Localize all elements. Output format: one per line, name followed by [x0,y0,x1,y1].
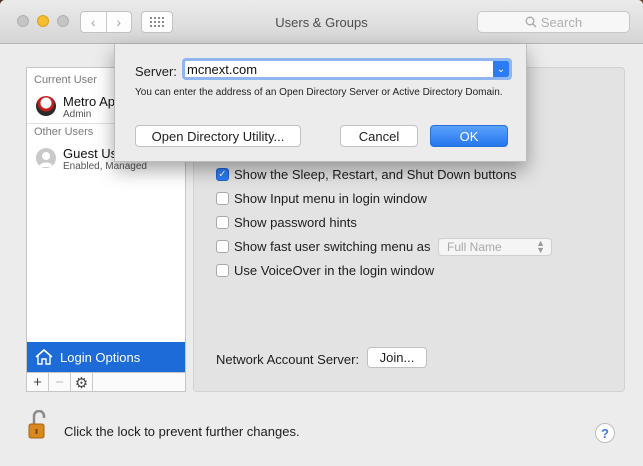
house-icon [35,348,53,365]
guest-avatar [36,148,56,168]
sidebar-toolbar: + − ⚙ [27,372,185,392]
option-input-menu[interactable]: Show Input menu in login window [216,190,427,206]
server-help-text: You can enter the address of an Open Dir… [135,87,503,98]
popup-value: Full Name [447,240,502,254]
option-label: Show Input menu in login window [234,190,427,206]
current-user-heading: Current User [34,74,97,86]
search-placeholder: Search [540,14,583,30]
title-bar: ‹ › Users & Groups Search [0,0,643,44]
option-voiceover[interactable]: Use VoiceOver in the login window [216,262,434,278]
remove-user-button[interactable]: − [49,373,71,392]
search-field[interactable]: Search [477,11,630,33]
option-label: Show the Sleep, Restart, and Shut Down b… [234,166,517,182]
user-name: Metro Ap [63,94,116,109]
checkbox[interactable] [216,239,229,253]
user-role: Admin [63,109,92,120]
server-label: Server: [135,64,177,79]
person-icon [39,152,53,167]
option-fast-user-switching[interactable]: Show fast user switching menu as [216,238,431,254]
user-name: Guest Us [63,146,118,161]
user-status: Enabled, Managed [63,161,147,172]
open-directory-utility-button[interactable]: Open Directory Utility... [135,125,301,147]
dropdown-button[interactable]: ⌄ [493,61,509,77]
join-button[interactable]: Join... [367,347,427,368]
cancel-button[interactable]: Cancel [340,125,418,147]
option-sleep-restart[interactable]: ✓ Show the Sleep, Restart, and Shut Down… [216,166,517,182]
option-password-hints[interactable]: Show password hints [216,214,357,230]
lock-label: Click the lock to prevent further change… [64,424,300,439]
server-combobox[interactable]: ⌄ [182,58,512,80]
network-server-sheet: Server: ⌄ You can enter the address of a… [114,44,527,162]
updown-arrows-icon: ▲ ▼ [536,238,545,255]
action-button[interactable]: ⚙ [71,373,93,392]
login-options-label: Login Options [60,349,141,365]
chevron-down-icon: ⌄ [496,63,506,75]
network-account-label: Network Account Server: [216,352,360,367]
option-label: Use VoiceOver in the login window [234,262,435,278]
checkbox[interactable] [216,263,229,277]
gear-icon: ⚙ [74,374,89,392]
users-groups-window: ‹ › Users & Groups Search Current User M… [0,0,643,466]
add-user-button[interactable]: + [27,373,49,392]
unlocked-padlock-icon[interactable] [28,410,50,440]
checkbox-checked[interactable]: ✓ [216,167,229,181]
search-icon [525,16,537,28]
checkbox[interactable] [216,215,229,229]
help-button[interactable]: ? [595,423,615,443]
fast-switch-popup[interactable]: Full Name ▲ ▼ [438,238,552,256]
server-input[interactable] [187,61,487,77]
ok-button[interactable]: OK [430,125,508,147]
checkbox[interactable] [216,191,229,205]
login-options-item[interactable]: Login Options [27,342,185,372]
option-label: Show password hints [234,214,357,230]
avatar [36,96,56,116]
option-label: Show fast user switching menu as [234,238,431,254]
other-users-heading: Other Users [34,126,94,138]
